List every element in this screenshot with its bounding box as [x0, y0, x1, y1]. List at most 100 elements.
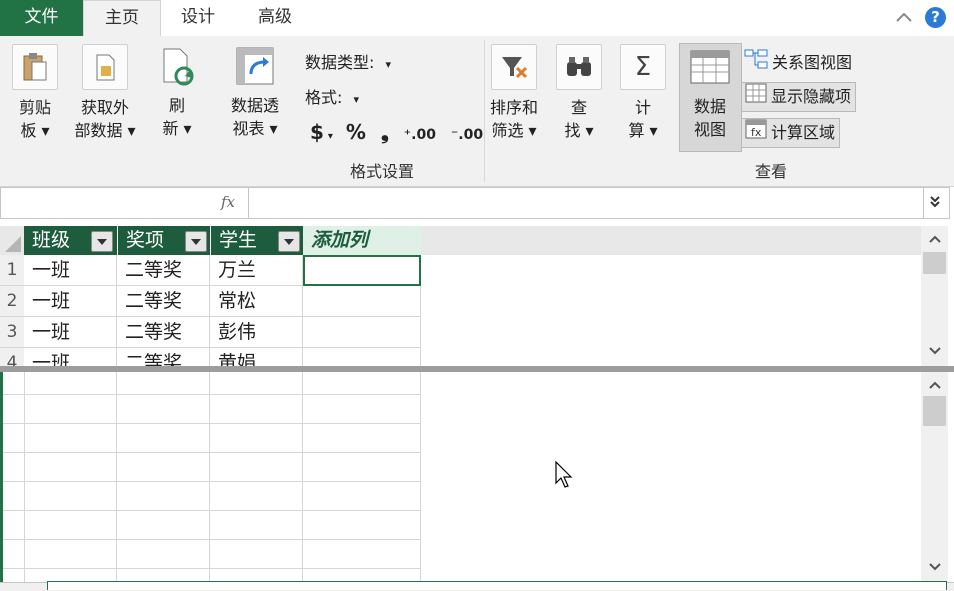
table-cell[interactable]: 二等奖 — [117, 317, 210, 348]
help-icon[interactable]: ? — [925, 7, 946, 28]
calculation-area[interactable] — [0, 372, 921, 582]
add-column-cell[interactable] — [303, 286, 421, 317]
format-dropdown[interactable]: 格式: ▾ — [305, 84, 359, 112]
grid-line — [0, 539, 421, 540]
diagram-view-button[interactable]: 关系图视图 — [744, 48, 852, 76]
add-column-cell-selected[interactable] — [303, 255, 421, 286]
table-cell[interactable]: 二等奖 — [117, 255, 210, 286]
upper-pane: 1 一班 二等奖 万兰 2 一班 二等奖 常松 3 一班 二等奖 彭伟 4 一班… — [0, 255, 921, 366]
grid-line — [0, 568, 421, 569]
sheet-tab[interactable] — [47, 581, 947, 590]
divider — [248, 188, 249, 218]
filter-icon — [491, 44, 537, 90]
collapse-ribbon-icon[interactable] — [895, 0, 913, 36]
pivot-table-button[interactable]: 数据透 视表 ▾ — [222, 44, 288, 140]
diagram-icon — [744, 48, 768, 79]
table-cell[interactable]: 一班 — [24, 348, 117, 366]
upper-vertical-scrollbar[interactable] — [921, 226, 948, 366]
percent-icon[interactable]: % — [346, 120, 366, 144]
table-cell[interactable]: 彭伟 — [210, 317, 303, 348]
tab-advanced[interactable]: 高级 — [245, 0, 305, 36]
datatype-dropdown[interactable]: 数据类型: ▾ — [305, 49, 391, 77]
grid-line — [24, 372, 25, 582]
sigma-icon: Σ — [620, 44, 666, 90]
clipboard-button[interactable]: 剪贴 板 ▾ — [10, 44, 60, 142]
name-box[interactable] — [1, 188, 206, 218]
row-number[interactable]: 1 — [0, 255, 24, 286]
tab-home[interactable]: 主页 — [83, 0, 161, 38]
scroll-down-icon[interactable] — [921, 342, 948, 362]
formula-bar: fx — [0, 187, 950, 219]
expand-formula-icon[interactable] — [927, 194, 943, 212]
table-cell[interactable]: 一班 — [24, 255, 117, 286]
table-cell[interactable]: 万兰 — [210, 255, 303, 286]
tab-design[interactable]: 设计 — [170, 0, 226, 36]
format-group-label: 格式设置 — [350, 162, 415, 181]
table-cell[interactable]: 二等奖 — [117, 286, 210, 317]
find-button[interactable]: 查 找 ▾ — [555, 44, 603, 142]
lower-vertical-scrollbar[interactable] — [921, 372, 948, 582]
column-header-student[interactable]: 学生 — [210, 226, 303, 255]
grid-line — [420, 372, 421, 582]
table-cell[interactable]: 常松 — [210, 286, 303, 317]
pivot-table-icon — [233, 44, 277, 88]
table-cell[interactable]: 二等奖 — [117, 348, 210, 366]
ribbon: 剪贴 板 ▾ 获取外 部数据 ▾ 刷 新 ▾ 数据透 视表 ▾ 数据类型: ▾ … — [0, 36, 954, 187]
header-filler — [421, 226, 921, 255]
left-accent — [0, 372, 3, 582]
formula-input[interactable] — [251, 188, 921, 218]
grid-view-icon — [688, 45, 732, 89]
table-cell[interactable]: 一班 — [24, 317, 117, 348]
increase-decimal-icon[interactable]: ⁺.00 — [404, 127, 436, 143]
number-format-toolbar: $ ▾ % ❟ ⁺.00 ⁻.00 — [310, 120, 484, 144]
data-grid: 班级 奖项 学生 添加列 1 一班 二等奖 万兰 2 一班 二等奖 常松 3 一… — [0, 226, 954, 591]
currency-icon[interactable]: $ — [310, 120, 324, 144]
sort-filter-button[interactable]: 排序和 筛选 ▾ — [485, 44, 543, 142]
get-external-data-button[interactable]: 获取外 部数据 ▾ — [70, 44, 140, 142]
scroll-up-icon[interactable] — [921, 230, 948, 250]
external-data-icon — [82, 44, 128, 90]
show-hidden-icon — [745, 83, 767, 112]
row-number[interactable]: 4 — [0, 348, 24, 366]
grid-line — [116, 372, 117, 582]
show-hidden-button[interactable]: 显示隐藏项 — [741, 82, 857, 112]
grid-line — [0, 481, 421, 482]
decrease-decimal-icon[interactable]: ⁻.00 — [451, 127, 483, 143]
table-cell[interactable]: 黄娟 — [210, 348, 303, 366]
comma-icon[interactable]: ❟ — [381, 120, 389, 144]
scroll-thumb[interactable] — [923, 252, 946, 274]
select-all-corner[interactable] — [0, 226, 24, 255]
grid-line — [0, 394, 421, 395]
refresh-icon — [155, 44, 199, 88]
refresh-button[interactable]: 刷 新 ▾ — [152, 44, 202, 140]
filter-dropdown-icon[interactable] — [91, 231, 113, 252]
calculation-area-button[interactable]: fx 计算区域 — [741, 118, 841, 148]
tab-file[interactable]: 文件 — [0, 0, 83, 36]
fx-icon[interactable]: fx — [221, 193, 235, 211]
add-column-cell[interactable] — [303, 348, 421, 366]
table-cell[interactable]: 一班 — [24, 286, 117, 317]
binoculars-icon — [556, 44, 602, 90]
add-column-cell[interactable] — [303, 317, 421, 348]
mouse-cursor-icon — [555, 460, 575, 493]
chevron-down-icon: ▾ — [353, 93, 360, 106]
filter-dropdown-icon[interactable] — [278, 231, 300, 252]
scroll-down-icon[interactable] — [921, 558, 948, 578]
row-number[interactable]: 2 — [0, 286, 24, 317]
grid-line — [0, 510, 421, 511]
scroll-up-icon[interactable] — [921, 376, 948, 396]
add-column-header[interactable]: 添加列 — [303, 226, 421, 255]
column-header-class[interactable]: 班级 — [24, 226, 117, 255]
svg-text:fx: fx — [751, 126, 762, 139]
view-group-label: 查看 — [755, 162, 788, 181]
scroll-thumb[interactable] — [923, 396, 946, 426]
data-view-button[interactable]: 数据 视图 — [681, 45, 739, 141]
grid-line — [0, 452, 421, 453]
calculation-area-icon: fx — [745, 119, 767, 148]
column-header-award[interactable]: 奖项 — [117, 226, 210, 255]
calculate-button[interactable]: Σ 计 算 ▾ — [619, 44, 667, 142]
ribbon-tab-bar: 文件 主页 设计 高级 ? — [0, 0, 954, 38]
row-number[interactable]: 3 — [0, 317, 24, 348]
grid-line — [209, 372, 210, 582]
filter-dropdown-icon[interactable] — [185, 231, 207, 252]
